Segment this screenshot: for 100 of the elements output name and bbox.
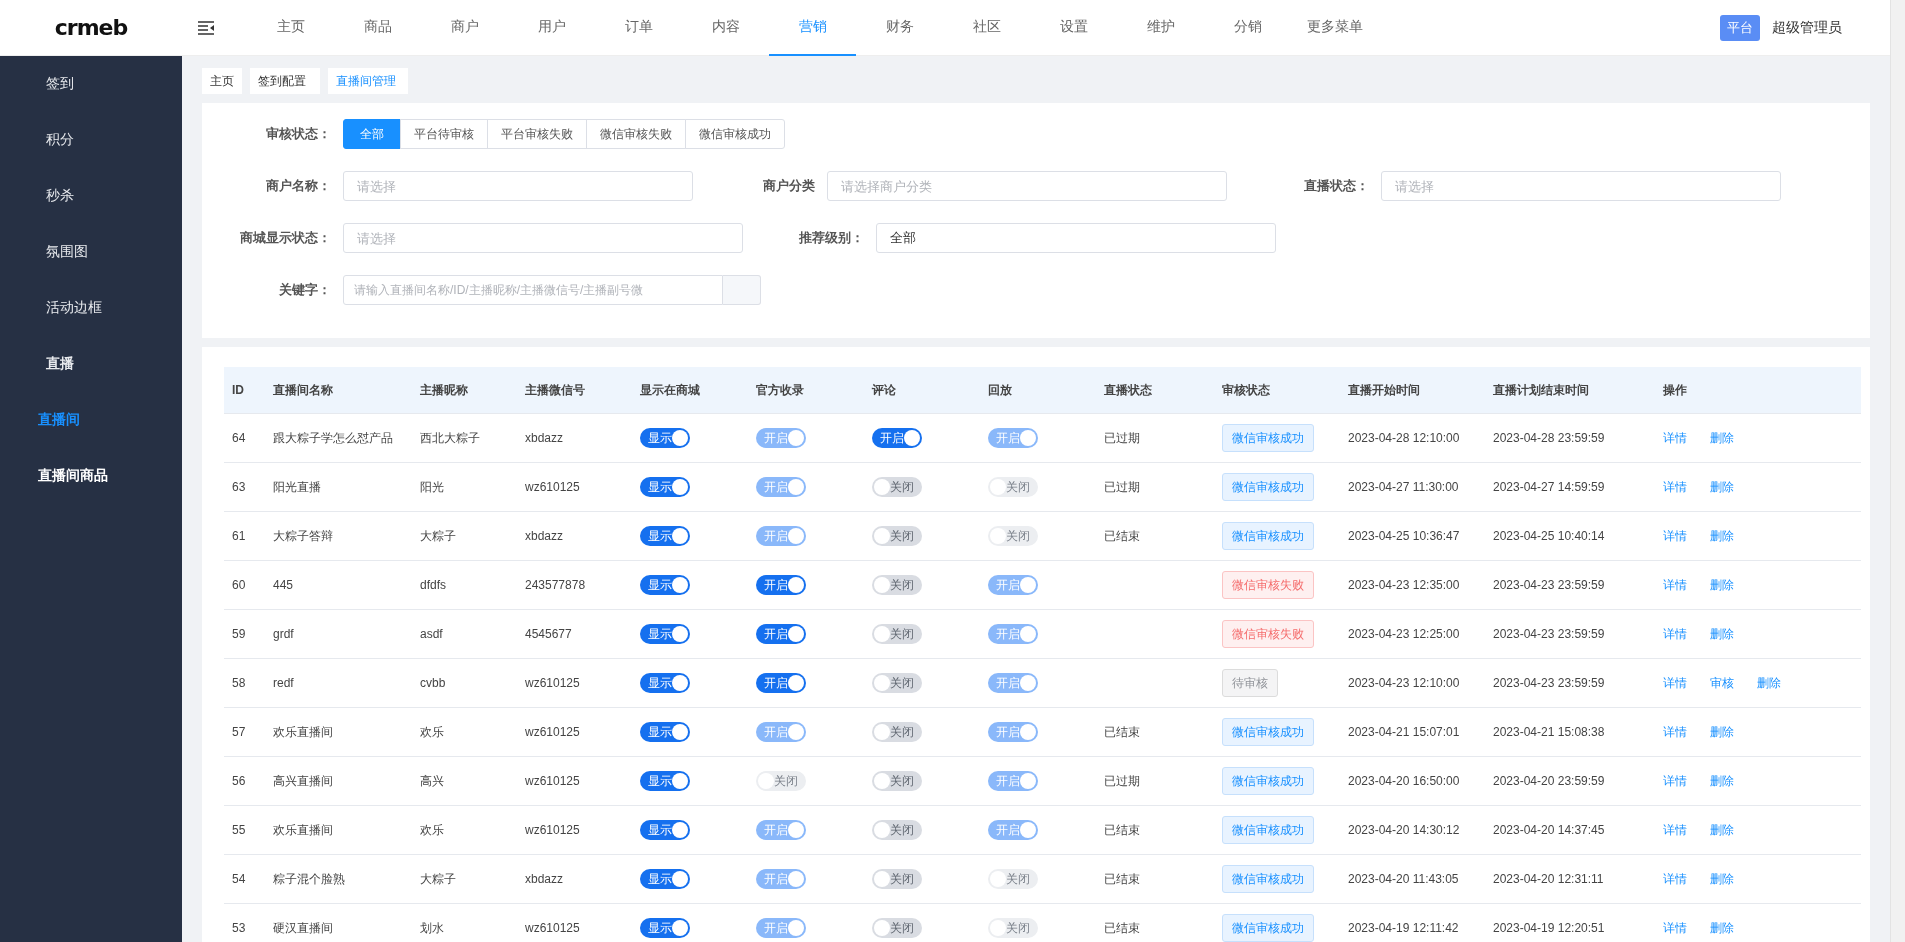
table-cell: 已结束: [1104, 822, 1140, 837]
table-cell: 60: [232, 578, 246, 592]
nav-tab[interactable]: 用户: [508, 0, 595, 56]
table-cell: 2023-04-28 23:59:59: [1493, 431, 1605, 445]
table-cell: 56: [232, 774, 246, 788]
table-cell: 64: [232, 431, 246, 445]
action-link[interactable]: 详情: [1663, 528, 1687, 543]
sidebar-item[interactable]: 直播: [0, 336, 182, 392]
table-cell: 已结束: [1104, 724, 1140, 739]
menu-icon[interactable]: [198, 20, 214, 35]
scrollbar[interactable]: [1890, 0, 1905, 942]
breadcrumb-tab[interactable]: 签到配置: [250, 68, 320, 94]
action-link[interactable]: 删除: [1710, 724, 1734, 739]
table-cell: xbdazz: [525, 872, 564, 886]
status-filter-button[interactable]: 微信审核成功: [685, 119, 785, 149]
table-cell: 大粽子: [420, 871, 456, 886]
table-cell: 2023-04-20 14:37:45: [1493, 823, 1605, 837]
table-cell: 2023-04-23 23:59:59: [1493, 627, 1605, 641]
table-cell: 高兴: [420, 773, 444, 788]
action-link[interactable]: 删除: [1710, 822, 1734, 837]
filter-label: 关键字：: [278, 281, 332, 299]
select-field[interactable]: 请选择商户分类: [827, 171, 1227, 201]
action-link[interactable]: 删除: [1757, 675, 1781, 690]
table-cell: 2023-04-23 12:10:00: [1348, 676, 1460, 690]
table-cell: 2023-04-20 14:30:12: [1348, 823, 1460, 837]
table-cell: 2023-04-25 10:36:47: [1348, 529, 1460, 543]
table-cell: 已过期: [1104, 479, 1140, 494]
action-link[interactable]: 详情: [1663, 626, 1687, 641]
sidebar-item[interactable]: 积分: [0, 112, 182, 168]
nav-tab[interactable]: 社区: [943, 0, 1030, 56]
nav-tab[interactable]: 内容: [682, 0, 769, 56]
table-cell: 已结束: [1104, 528, 1140, 543]
action-link[interactable]: 详情: [1663, 920, 1687, 935]
nav-tab[interactable]: 分销: [1204, 0, 1291, 56]
table-cell: 2023-04-25 10:40:14: [1493, 529, 1605, 543]
action-link[interactable]: 删除: [1710, 577, 1734, 592]
sidebar-item[interactable]: 签到: [0, 56, 182, 112]
status-filter-button[interactable]: 平台待审核: [400, 119, 488, 149]
table-cell: 53: [232, 921, 246, 935]
nav-tab[interactable]: 主页: [247, 0, 334, 56]
nav-tab[interactable]: 财务: [856, 0, 943, 56]
user-name[interactable]: 超级管理员: [1772, 18, 1842, 37]
action-link[interactable]: 删除: [1710, 528, 1734, 543]
table-cell: 已结束: [1104, 920, 1140, 935]
table-cell: 2023-04-21 15:08:38: [1493, 725, 1605, 739]
sidebar-subitem[interactable]: 直播间商品: [0, 448, 182, 504]
table-cell: 2023-04-27 14:59:59: [1493, 480, 1605, 494]
nav-tab[interactable]: 商品: [334, 0, 421, 56]
sidebar-item[interactable]: 秒杀: [0, 168, 182, 224]
select-field[interactable]: 全部: [876, 223, 1276, 253]
action-link[interactable]: 删除: [1710, 920, 1734, 935]
filter-label: 商城显示状态：: [239, 229, 332, 247]
breadcrumb-tab[interactable]: 直播间管理: [328, 68, 408, 94]
table-cell: 2023-04-23 23:59:59: [1493, 578, 1605, 592]
table-cell: 欢乐: [420, 822, 444, 837]
nav-tab[interactable]: 设置: [1030, 0, 1117, 56]
select-field[interactable]: 请选择: [1381, 171, 1781, 201]
action-link[interactable]: 删除: [1710, 479, 1734, 494]
status-filter-button[interactable]: 全部: [343, 119, 401, 149]
action-link[interactable]: 删除: [1710, 430, 1734, 445]
table-cell: redf: [273, 676, 294, 690]
action-link[interactable]: 详情: [1663, 675, 1687, 690]
sidebar-item[interactable]: 活动边框: [0, 280, 182, 336]
action-link[interactable]: 详情: [1663, 577, 1687, 592]
action-link[interactable]: 详情: [1663, 822, 1687, 837]
sidebar-item[interactable]: 氛围图: [0, 224, 182, 280]
table-cell: 2023-04-20 12:31:11: [1493, 872, 1604, 886]
nav-tab[interactable]: 维护: [1117, 0, 1204, 56]
nav-tab[interactable]: 营销: [769, 0, 856, 56]
status-filter-button[interactable]: 平台审核失败: [487, 119, 587, 149]
action-link[interactable]: 详情: [1663, 871, 1687, 886]
table-cell: 高兴直播间: [273, 773, 333, 788]
action-link[interactable]: 详情: [1663, 724, 1687, 739]
table-cell: 欢乐直播间: [273, 724, 333, 739]
table-cell: 57: [232, 725, 246, 739]
table-cell: asdf: [420, 627, 443, 641]
nav-tab[interactable]: 订单: [595, 0, 682, 56]
search-field[interactable]: 请输入直播间名称/ID/主播昵称/主播微信号/主播副号微: [343, 275, 723, 305]
select-field[interactable]: 请选择: [343, 223, 743, 253]
action-link[interactable]: 审核: [1710, 675, 1734, 690]
select-field[interactable]: 请选择: [343, 171, 693, 201]
table-cell: 已过期: [1104, 430, 1140, 445]
action-link[interactable]: 删除: [1710, 871, 1734, 886]
action-link[interactable]: 删除: [1710, 626, 1734, 641]
breadcrumb-tab[interactable]: 主页: [202, 68, 242, 94]
table-cell: 2023-04-20 23:59:59: [1493, 774, 1605, 788]
status-filter-button[interactable]: 微信审核失败: [586, 119, 686, 149]
action-link[interactable]: 详情: [1663, 430, 1687, 445]
nav-tab[interactable]: 更多菜单: [1291, 0, 1378, 56]
nav-tab[interactable]: 商户: [421, 0, 508, 56]
table-cell: 54: [232, 872, 246, 886]
table-cell: 2023-04-23 23:59:59: [1493, 676, 1605, 690]
action-link[interactable]: 详情: [1663, 479, 1687, 494]
sidebar-subitem[interactable]: 直播间: [0, 392, 182, 448]
table-cell: wz610125: [525, 676, 580, 690]
action-link[interactable]: 删除: [1710, 773, 1734, 788]
action-link[interactable]: 详情: [1663, 773, 1687, 788]
table-cell: 2023-04-28 12:10:00: [1348, 431, 1460, 445]
logo[interactable]: crmeb: [54, 15, 128, 40]
search-button[interactable]: [723, 275, 761, 305]
